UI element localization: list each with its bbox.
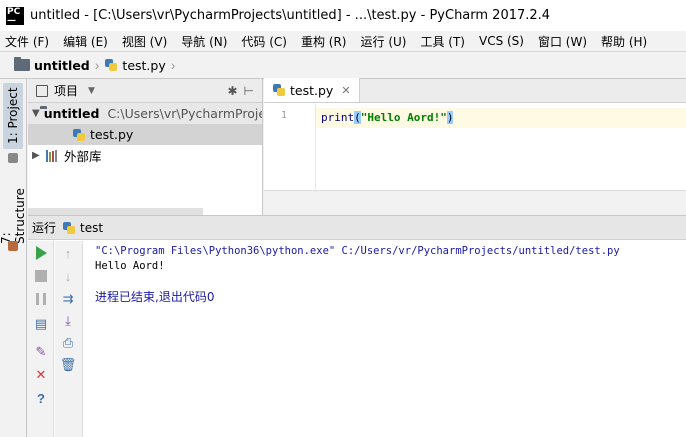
- line-number: 1: [280, 110, 288, 121]
- code-paren-open: (: [354, 111, 361, 124]
- play-icon: [35, 246, 47, 260]
- breadcrumb-file[interactable]: test.py: [104, 58, 166, 73]
- scroll-down-button[interactable]: ↓: [60, 268, 76, 284]
- close-run-button[interactable]: ✕: [33, 367, 49, 383]
- tree-external-libs-label: 外部库: [64, 149, 102, 164]
- project-view-label[interactable]: 项目: [54, 82, 78, 99]
- python-file-icon: [62, 221, 76, 235]
- editor-gutter: 1: [264, 104, 316, 190]
- arrow-down-icon: ↓: [64, 268, 72, 284]
- tree-item-file[interactable]: test.py: [28, 124, 262, 145]
- menu-edit[interactable]: 编辑 (E): [63, 33, 108, 50]
- horizontal-scrollbar[interactable]: [28, 208, 203, 215]
- gear-icon[interactable]: ✱: [227, 84, 237, 98]
- code-paren-close: ): [446, 111, 454, 124]
- chevron-right-icon: ›: [94, 57, 100, 73]
- scroll-up-button[interactable]: ↑: [60, 245, 76, 261]
- menu-help[interactable]: 帮助 (H): [601, 33, 647, 50]
- menu-tools[interactable]: 工具 (T): [420, 33, 465, 50]
- layout-icon: ▤: [34, 316, 48, 331]
- chevron-down-icon[interactable]: ▼: [32, 108, 40, 119]
- tab-structure[interactable]: 7: Structure: [0, 176, 27, 244]
- chevron-right-icon: ›: [170, 57, 176, 73]
- restore-layout-button[interactable]: ▤: [33, 316, 49, 332]
- console-exit-message: 进程已结束,退出代码0: [95, 290, 215, 304]
- title-bar: PC — untitled - [C:\Users\vr\PycharmProje…: [0, 0, 686, 31]
- stop-button[interactable]: [33, 268, 49, 284]
- pause-icon: [36, 293, 46, 305]
- stop-icon: [35, 270, 47, 282]
- run-panel-label: 运行: [32, 221, 57, 235]
- structure-tool-icon: [8, 241, 18, 251]
- menu-refactor[interactable]: 重构 (R): [301, 33, 347, 50]
- arrow-up-icon: ↑: [64, 245, 72, 261]
- soft-wrap-button[interactable]: ⇉: [60, 291, 76, 307]
- breadcrumb-project[interactable]: untitled: [14, 57, 90, 73]
- print-icon: ⎙: [62, 335, 74, 350]
- run-panel: 运行 test ▤ ✎ ✕ ? ↑ ↓ ⇉ ⤓ ⎙ 🗑 "C:\Program …: [28, 215, 686, 437]
- python-file-icon: [272, 83, 286, 97]
- code-line[interactable]: print("Hello Aord!"): [316, 108, 686, 128]
- run-toolbar-secondary: ↑ ↓ ⇉ ⤓ ⎙ 🗑: [55, 241, 83, 437]
- run-toolbar-primary: ▤ ✎ ✕ ?: [28, 241, 54, 437]
- tree-file-label: test.py: [90, 127, 134, 142]
- tree-item-external-libs[interactable]: ▶ 外部库: [28, 145, 262, 166]
- console-output[interactable]: "C:\Program Files\Python36\python.exe" C…: [95, 244, 620, 305]
- run-config-name[interactable]: test: [80, 221, 103, 235]
- project-panel-header: 项目 ▼ ✱ ⊢: [28, 79, 262, 103]
- project-tool-icon: [8, 153, 18, 163]
- print-button[interactable]: ⎙: [60, 335, 76, 351]
- menu-window[interactable]: 窗口 (W): [538, 33, 587, 50]
- chevron-right-icon[interactable]: ▶: [32, 150, 46, 161]
- project-panel: 项目 ▼ ✱ ⊢ ▼ untitled C:\Users\vr\PycharmP…: [28, 79, 263, 215]
- editor-bottom-area: [264, 190, 686, 215]
- tree-root-path: C:\Users\vr\PycharmProjects\untitled: [107, 106, 262, 121]
- window-title: untitled - [C:\Users\vr\PycharmProjects\…: [30, 8, 551, 23]
- editor-tab-bar: test.py ✕: [264, 78, 686, 103]
- help-button[interactable]: ?: [33, 390, 49, 406]
- tree-item-root[interactable]: ▼ untitled C:\Users\vr\PycharmProjects\u…: [28, 103, 262, 124]
- close-icon[interactable]: ✕: [341, 84, 350, 97]
- menu-run[interactable]: 运行 (U): [361, 33, 407, 50]
- console-output-line: Hello Aord!: [95, 260, 165, 272]
- breadcrumb: untitled › test.py ›: [0, 51, 686, 79]
- help-icon: ?: [37, 390, 45, 406]
- pin-button[interactable]: ✎: [33, 344, 49, 360]
- project-view-icon: [36, 84, 48, 97]
- run-panel-header: 运行 test: [28, 216, 686, 240]
- menu-navigate[interactable]: 导航 (N): [181, 33, 227, 50]
- menu-vcs[interactable]: VCS (S): [479, 34, 524, 48]
- tab-project[interactable]: 1: Project: [3, 83, 23, 149]
- left-tool-stripe: 1: Project 7: Structure: [0, 79, 27, 437]
- console-command: "C:\Program Files\Python36\python.exe" C…: [95, 245, 620, 257]
- editor-tab-label: test.py: [290, 82, 334, 98]
- library-icon: [46, 149, 60, 162]
- rerun-button[interactable]: [33, 245, 49, 261]
- editor-tab-test-py[interactable]: test.py ✕: [264, 78, 360, 102]
- folder-icon: [14, 57, 30, 71]
- trash-icon: 🗑: [59, 357, 77, 372]
- pycharm-logo-icon: PC —: [6, 6, 24, 25]
- collapse-icon[interactable]: ⊢: [244, 84, 254, 98]
- menu-file[interactable]: 文件 (F): [5, 33, 49, 50]
- clear-all-button[interactable]: 🗑: [59, 357, 77, 373]
- scroll-to-end-button[interactable]: ⤓: [60, 313, 76, 329]
- menu-view[interactable]: 视图 (V): [122, 33, 167, 50]
- pause-button[interactable]: [33, 291, 49, 307]
- chevron-down-icon[interactable]: ▼: [88, 86, 95, 96]
- pin-icon: ✎: [35, 344, 47, 359]
- tree-root-name: untitled: [43, 106, 100, 121]
- wrap-icon: ⇉: [62, 291, 74, 306]
- editor: test.py ✕ 1 print("Hello Aord!"): [264, 78, 686, 215]
- close-icon: ✕: [35, 367, 47, 382]
- menu-bar: 文件 (F) 编辑 (E) 视图 (V) 导航 (N) 代码 (C) 重构 (R…: [0, 31, 686, 51]
- python-file-icon: [72, 128, 86, 142]
- code-function: print: [321, 111, 355, 124]
- menu-code[interactable]: 代码 (C): [241, 33, 287, 50]
- scroll-end-icon: ⤓: [65, 313, 71, 328]
- python-file-icon: [104, 58, 118, 72]
- code-string: "Hello Aord!": [360, 111, 447, 124]
